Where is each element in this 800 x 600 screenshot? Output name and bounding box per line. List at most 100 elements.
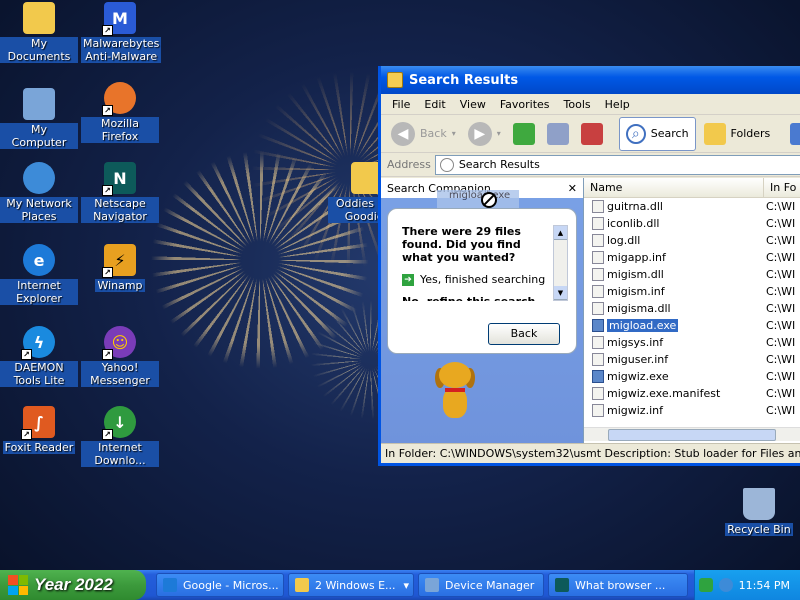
file-row[interactable]: migapp.inf C:\WI xyxy=(584,249,800,266)
file-row[interactable]: migism.inf C:\WI xyxy=(584,283,800,300)
desktop-icon-yahoo-messenger[interactable]: ☺ ↗ Yahoo! Messenger xyxy=(81,326,159,387)
copy-to-button[interactable] xyxy=(543,118,573,150)
column-in-folder[interactable]: In Fo xyxy=(764,178,800,197)
file-icon xyxy=(592,200,604,213)
search-folder-icon xyxy=(387,72,403,88)
search-dog-icon[interactable] xyxy=(431,362,481,426)
task-windows-explorer-group[interactable]: 2 Windows E... ▾ xyxy=(288,573,414,597)
desktop-icon-winamp[interactable]: ⚡ ↗ Winamp xyxy=(81,244,159,292)
file-folder-cell: C:\WI xyxy=(766,217,796,230)
results-header: Name In Fo xyxy=(584,178,800,198)
network-icon xyxy=(23,162,55,194)
scroll-up-icon[interactable]: ▲ xyxy=(554,226,567,240)
companion-back-button[interactable]: Back xyxy=(488,323,560,345)
desktop-icon-netscape[interactable]: N ↗ Netscape Navigator xyxy=(81,162,159,223)
menu-tools[interactable]: Tools xyxy=(557,98,598,111)
search-button[interactable]: ⌕ Search xyxy=(618,116,696,151)
desktop-icon-internet-explorer[interactable]: e Internet Explorer xyxy=(0,244,78,305)
desktop-icon-internet-download[interactable]: ↓ ↗ Internet Downlo... xyxy=(81,406,159,467)
file-icon xyxy=(592,268,604,281)
back-button[interactable]: ◀ Back ▾ xyxy=(387,118,460,150)
file-row[interactable]: miguser.inf C:\WI xyxy=(584,351,800,368)
task-google[interactable]: Google - Micros... xyxy=(156,573,284,597)
forward-arrow-icon: ▶ xyxy=(467,121,492,146)
forward-button[interactable]: ▶ ▾ xyxy=(464,118,505,150)
file-name-cell: migisma.dll xyxy=(584,302,764,315)
desktop-icon-firefox[interactable]: ↗ Mozilla Firefox xyxy=(81,82,159,143)
desktop-icon-my-computer[interactable]: My Computer xyxy=(0,88,78,149)
file-icon xyxy=(592,302,604,315)
menu-view[interactable]: View xyxy=(453,98,493,111)
computer-icon xyxy=(23,88,55,120)
scroll-thumb[interactable] xyxy=(608,429,776,441)
column-name[interactable]: Name xyxy=(584,178,764,197)
window-titlebar[interactable]: Search Results xyxy=(381,66,800,94)
horizontal-scrollbar[interactable] xyxy=(584,427,800,441)
desktop-icon-my-documents[interactable]: My Documents xyxy=(0,2,78,63)
clock[interactable]: 11:54 PM xyxy=(739,579,790,592)
menu-favorites[interactable]: Favorites xyxy=(493,98,557,111)
copy-to-icon xyxy=(546,122,569,145)
file-row[interactable]: migwiz.exe C:\WI xyxy=(584,368,800,385)
file-name-cell: migsys.inf xyxy=(584,336,764,349)
address-input[interactable]: Search Results xyxy=(434,154,800,175)
desktop-icon-foxit-reader[interactable]: ∫ ↗ Foxit Reader xyxy=(0,406,78,454)
start-button[interactable]: Year 2022 xyxy=(0,570,146,600)
folders-button[interactable]: Folders xyxy=(700,118,775,150)
application-icon xyxy=(592,319,604,332)
file-folder-cell: C:\WI xyxy=(766,285,796,298)
up-folder-button[interactable] xyxy=(509,118,539,150)
file-row[interactable]: log.dll C:\WI xyxy=(584,232,800,249)
close-icon[interactable]: ✕ xyxy=(568,182,577,195)
file-name-cell: miguser.inf xyxy=(584,353,764,366)
file-folder-cell: C:\WI xyxy=(766,319,796,332)
file-folder-cell: C:\WI xyxy=(766,404,796,417)
views-button[interactable] xyxy=(786,118,800,150)
option-finished-searching[interactable]: ➔ Yes, finished searching xyxy=(402,273,545,286)
option-refine-search[interactable]: No, refine this search xyxy=(402,295,535,301)
file-row[interactable]: migism.dll C:\WI xyxy=(584,266,800,283)
up-folder-icon xyxy=(512,122,535,145)
file-row[interactable]: migwiz.exe.manifest C:\WI xyxy=(584,385,800,402)
file-row[interactable]: migsys.inf C:\WI xyxy=(584,334,800,351)
file-icon xyxy=(592,217,604,230)
menu-edit[interactable]: Edit xyxy=(417,98,452,111)
file-folder-cell: C:\WI xyxy=(766,251,796,264)
file-row[interactable]: guitrna.dll C:\WI xyxy=(584,198,800,215)
file-row[interactable]: migisma.dll C:\WI xyxy=(584,300,800,317)
firefox-icon: ↗ xyxy=(102,82,136,116)
bubble-scrollbar[interactable]: ▲ ▼ xyxy=(553,225,568,301)
menu-file[interactable]: File xyxy=(385,98,417,111)
network-tray-icon[interactable] xyxy=(698,578,713,592)
back-arrow-icon: ◀ xyxy=(391,121,415,146)
results-list: Name In Fo guitrna.dll C:\WI iconlib.dll C:… xyxy=(583,178,800,443)
file-row[interactable]: iconlib.dll C:\WI xyxy=(584,215,800,232)
yahoo-messenger-icon: ☺ ↗ xyxy=(102,326,136,360)
file-row[interactable]: migwiz.inf C:\WI xyxy=(584,402,800,419)
file-row[interactable]: migload.exe C:\WI xyxy=(584,317,800,334)
file-name-cell: migism.dll xyxy=(584,268,764,281)
desktop-icon-malwarebytes[interactable]: M ↗ Malwarebytes Anti-Malware xyxy=(81,2,162,63)
daemon-tools-icon: ϟ ↗ xyxy=(21,326,55,360)
globe-tray-icon[interactable] xyxy=(718,578,733,592)
folder-icon xyxy=(295,578,309,592)
file-folder-cell: C:\WI xyxy=(766,200,796,213)
delete-button[interactable] xyxy=(577,118,607,150)
netscape-icon: N ↗ xyxy=(102,162,136,196)
desktop-icon-daemon-tools[interactable]: ϟ ↗ DAEMON Tools Lite xyxy=(0,326,78,387)
task-netscape[interactable]: What browser ... xyxy=(548,573,688,597)
desktop-icon-network-places[interactable]: My Network Places xyxy=(0,162,78,223)
toolbar: ◀ Back ▾ ▶ ▾ ⌕ Search Folders xyxy=(381,115,800,153)
task-device-manager[interactable]: Device Manager xyxy=(418,573,544,597)
desktop-icon-recycle-bin[interactable]: Recycle Bin xyxy=(720,488,798,536)
malwarebytes-icon: M ↗ xyxy=(102,2,136,36)
search-icon: ⌕ xyxy=(625,123,646,144)
search-results-window[interactable]: Search Results File Edit View Favorites … xyxy=(378,66,800,466)
file-name-cell: migwiz.exe xyxy=(584,370,764,383)
file-name-cell: iconlib.dll xyxy=(584,217,764,230)
file-name-cell: migism.inf xyxy=(584,285,764,298)
menu-help[interactable]: Help xyxy=(598,98,637,111)
file-folder-cell: C:\WI xyxy=(766,336,796,349)
foxit-icon: ∫ ↗ xyxy=(21,406,55,440)
scroll-down-icon[interactable]: ▼ xyxy=(554,286,567,300)
